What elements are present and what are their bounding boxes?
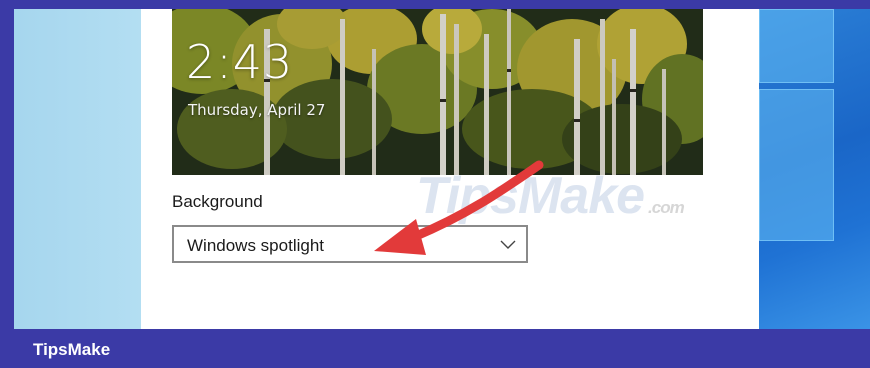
watermark-text: TipsMake — [416, 167, 645, 225]
desktop-tile — [759, 9, 834, 83]
background-label: Background — [172, 192, 263, 211]
desktop-background-right — [759, 9, 870, 329]
background-dropdown[interactable]: Windows spotlight — [172, 225, 528, 263]
background-dropdown-value: Windows spotlight — [187, 236, 325, 255]
lockscreen-preview: 2:43 Thursday, April 27 — [172, 9, 703, 175]
watermark-suffix: .com — [648, 198, 685, 217]
forest-image — [172, 9, 703, 175]
settings-panel: 2:43 Thursday, April 27 Background Windo… — [141, 9, 759, 329]
footer-bar: TipsMake — [0, 329, 870, 368]
lockscreen-date: Thursday, April 27 — [188, 101, 326, 119]
chevron-down-icon — [500, 240, 516, 249]
desktop-left-edge — [14, 9, 141, 329]
lockscreen-time: 2:43 — [186, 35, 294, 89]
watermark: TipsMake .com — [416, 166, 685, 226]
footer-brand: TipsMake — [33, 340, 111, 359]
desktop-tile — [759, 89, 834, 241]
screenshot-frame: 2:43 Thursday, April 27 Background Windo… — [14, 9, 870, 329]
